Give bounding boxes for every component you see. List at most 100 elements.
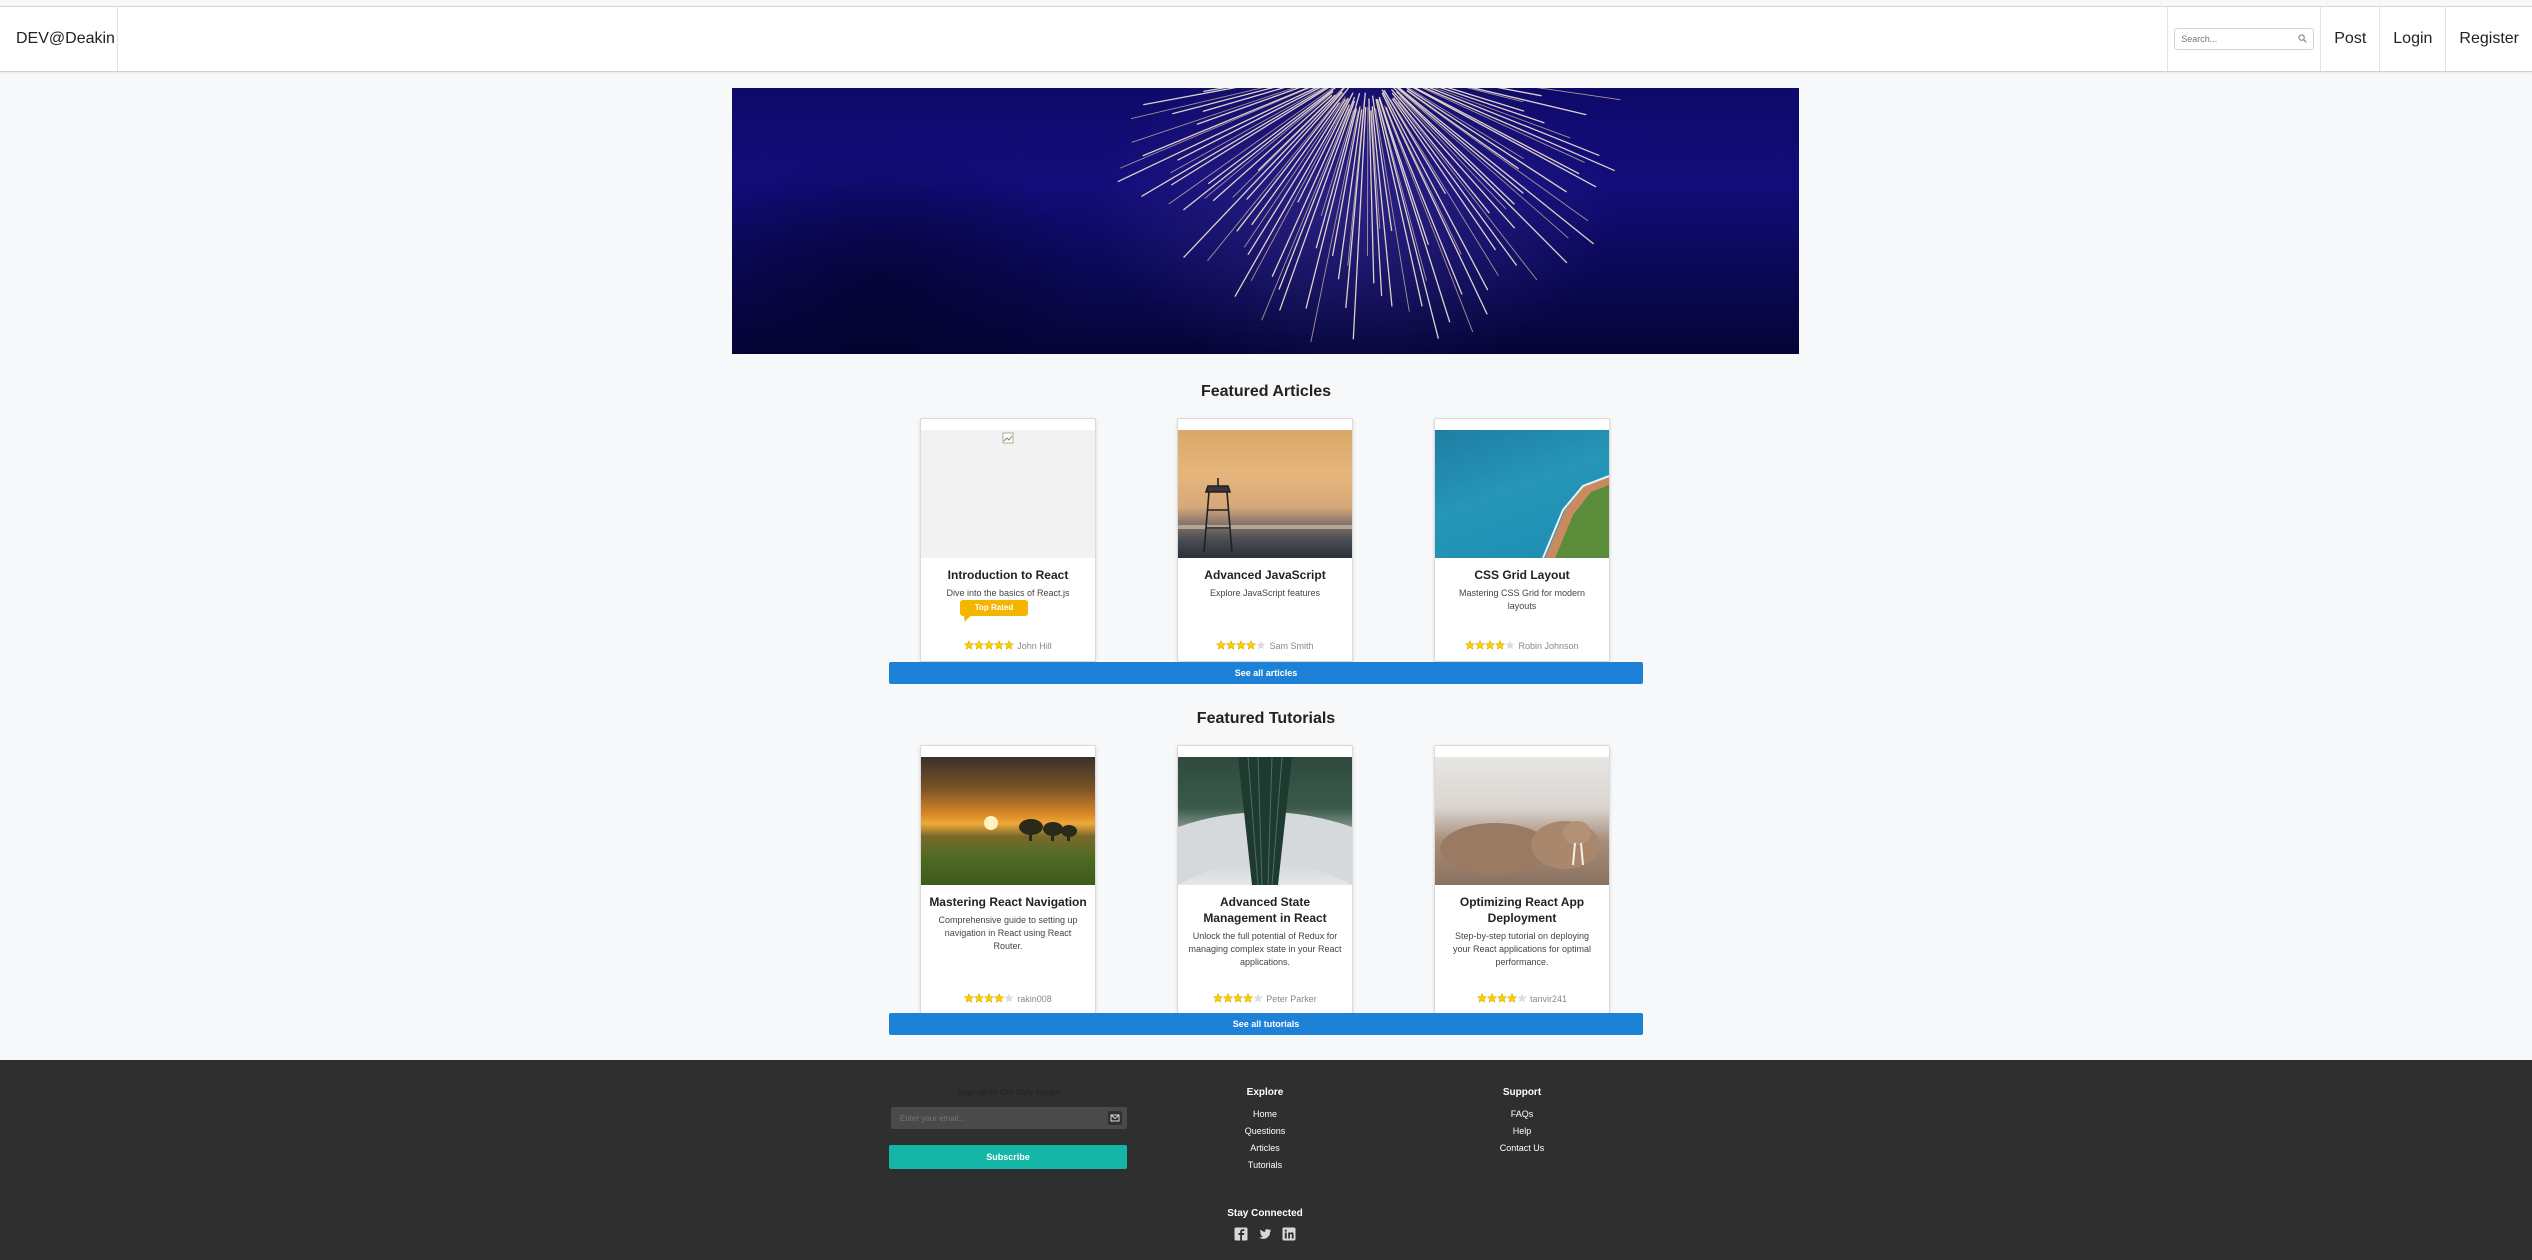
star-filled-icon [1243,993,1253,1003]
envelope-icon [1108,1111,1122,1125]
star-filled-icon [1226,640,1236,650]
coastline-aerial-image [1435,430,1609,558]
twitter-icon[interactable] [1258,1227,1272,1241]
top-rated-badge: Top Rated [960,600,1028,616]
card-description: Explore JavaScript features [1188,587,1342,600]
card-title: Introduction to React [927,567,1089,583]
star-empty-icon [1256,640,1266,650]
star-filled-icon [1495,640,1505,650]
star-filled-icon [1487,993,1497,1003]
nav-right: Post Login Register [2167,7,2532,71]
star-rating [964,640,1014,652]
card-title: Optimizing React App Deployment [1441,894,1603,926]
nav-register-link[interactable]: Register [2446,7,2532,71]
support-heading: Support [1452,1087,1592,1098]
footer-link-contact-us[interactable]: Contact Us [1452,1143,1592,1153]
footer-link-help[interactable]: Help [1452,1126,1592,1136]
see-all-articles-button[interactable]: See all articles [889,662,1643,684]
card-footer: Peter Parker [1178,993,1352,1005]
star-filled-icon [1485,640,1495,650]
star-filled-icon [994,640,1004,650]
article-card[interactable]: Introduction to React Dive into the basi… [920,418,1096,662]
star-rating [1477,993,1527,1005]
card-author: rakin008 [1017,994,1052,1004]
star-filled-icon [984,993,994,1003]
card-author: tanvir241 [1530,994,1567,1004]
star-filled-icon [1507,993,1517,1003]
bridge-underside-image [1178,757,1352,885]
search-container [2167,7,2321,71]
linkedin-icon[interactable] [1282,1227,1296,1241]
card-footer: John Hill [921,640,1095,652]
card-author: Sam Smith [1269,641,1313,651]
broken-image-placeholder [921,430,1095,558]
article-card[interactable]: CSS Grid Layout Mastering CSS Grid for m… [1434,418,1610,662]
footer-link-questions[interactable]: Questions [1195,1126,1335,1136]
nav-post-link[interactable]: Post [2321,7,2380,71]
bridge-graphic [1178,757,1352,885]
subscribe-button[interactable]: Subscribe [889,1145,1127,1169]
star-rating [1216,640,1266,652]
fireworks-graphic [732,88,1799,354]
explore-heading: Explore [1195,1087,1335,1098]
search-input[interactable] [2175,29,2293,49]
lifeguard-tower-graphic [1178,430,1352,558]
walrus-image [1435,757,1609,885]
lifeguard-tower-image [1178,430,1352,558]
card-footer: Robin Johnson [1435,640,1609,652]
site-footer: Sign Up for Our Daily Insider Subscribe … [0,1060,2532,1260]
card-title: Advanced JavaScript [1184,567,1346,583]
star-filled-icon [964,640,974,650]
star-filled-icon [1213,993,1223,1003]
star-filled-icon [994,993,1004,1003]
star-filled-icon [984,640,994,650]
sunset-field-image [921,757,1095,885]
card-footer: tanvir241 [1435,993,1609,1005]
tutorial-card[interactable]: Optimizing React App Deployment Step-by-… [1434,745,1610,1014]
nav-login-link[interactable]: Login [2380,7,2446,71]
footer-link-tutorials[interactable]: Tutorials [1195,1160,1335,1170]
star-filled-icon [974,993,984,1003]
card-author: Peter Parker [1266,994,1317,1004]
star-filled-icon [1465,640,1475,650]
card-title: Advanced State Management in React [1184,894,1346,926]
search-icon[interactable] [2298,34,2307,43]
card-description: Mastering CSS Grid for modern layouts [1445,587,1599,613]
star-filled-icon [1216,640,1226,650]
star-rating [1465,640,1515,652]
card-title: CSS Grid Layout [1441,567,1603,583]
top-navbar: DEV@Deakin Post Login Register [0,6,2532,72]
tutorial-card[interactable]: Advanced State Management in React Unloc… [1177,745,1353,1014]
stay-connected-heading: Stay Connected [1195,1208,1335,1219]
tutorial-card[interactable]: Mastering React Navigation Comprehensive… [920,745,1096,1014]
sunset-trees-graphic [921,757,1095,885]
footer-link-home[interactable]: Home [1195,1109,1335,1119]
brand-logo[interactable]: DEV@Deakin [0,7,118,71]
star-filled-icon [1233,993,1243,1003]
card-description: Unlock the full potential of Redux for m… [1188,930,1342,969]
walrus-graphic [1435,757,1609,885]
article-card[interactable]: Advanced JavaScript Explore JavaScript f… [1177,418,1353,662]
star-filled-icon [1497,993,1507,1003]
featured-articles-title: Featured Articles [0,383,2532,401]
footer-link-articles[interactable]: Articles [1195,1143,1335,1153]
card-footer: rakin008 [921,993,1095,1005]
card-description: Step-by-step tutorial on deploying your … [1445,930,1599,969]
newsletter-label: Sign Up for Our Daily Insider [889,1088,1129,1097]
facebook-icon[interactable] [1234,1227,1248,1241]
star-rating [1213,993,1263,1005]
star-empty-icon [1004,993,1014,1003]
card-author: Robin Johnson [1518,641,1578,651]
see-all-tutorials-button[interactable]: See all tutorials [889,1013,1643,1035]
card-title: Mastering React Navigation [927,894,1089,910]
email-input[interactable] [891,1107,1091,1129]
search-box [2174,28,2314,50]
footer-link-faqs[interactable]: FAQs [1452,1109,1592,1119]
star-filled-icon [1223,993,1233,1003]
card-description: Dive into the basics of React.js [931,587,1085,600]
star-filled-icon [1004,640,1014,650]
star-empty-icon [1505,640,1515,650]
star-empty-icon [1517,993,1527,1003]
email-input-container [891,1107,1127,1129]
star-filled-icon [964,993,974,1003]
